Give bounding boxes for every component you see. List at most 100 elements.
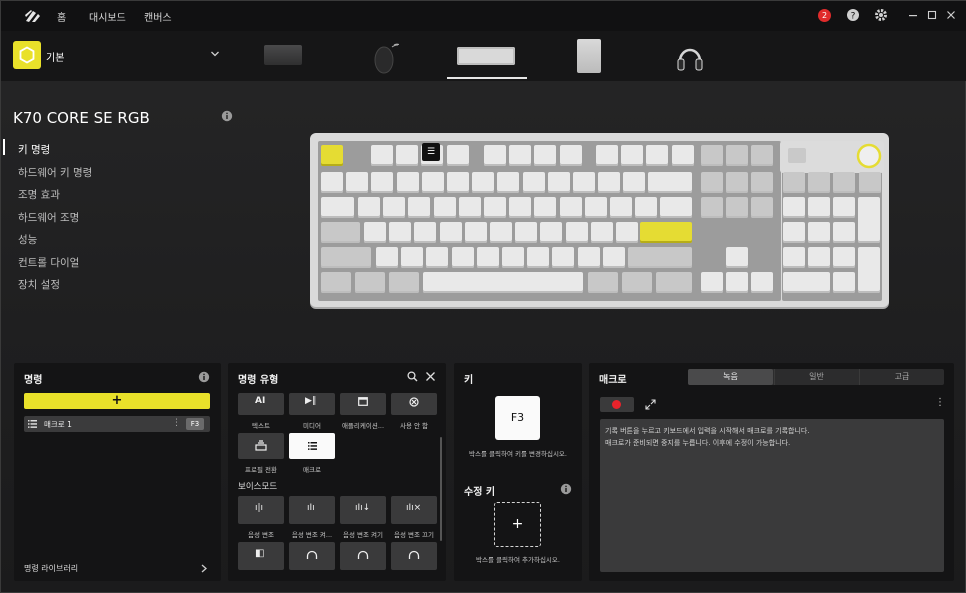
scrollbar[interactable] [440, 437, 442, 541]
maximize-icon[interactable] [925, 8, 939, 22]
voice-tile-5[interactable]: ◧ [238, 542, 284, 570]
disable-command-tile[interactable] [391, 393, 437, 415]
chevron-right-icon[interactable] [200, 564, 208, 573]
keyboard-key[interactable] [426, 247, 449, 268]
keyboard-key[interactable] [446, 145, 469, 166]
keyboard-key[interactable] [783, 197, 805, 218]
keyboard-key[interactable] [858, 197, 880, 243]
keyboard-key[interactable] [573, 172, 595, 193]
keyboard-key[interactable] [598, 172, 621, 193]
keyboard-key[interactable] [808, 197, 831, 218]
keyboard-key[interactable] [610, 197, 632, 218]
keyboard-key[interactable] [371, 145, 393, 166]
keyboard-key[interactable] [472, 172, 495, 193]
keyboard-key[interactable] [726, 197, 749, 218]
notification-badge[interactable]: 2 [818, 9, 831, 22]
info-icon[interactable] [221, 110, 233, 122]
add-command-button[interactable]: + [24, 393, 210, 409]
text-command-tile[interactable]: AI [238, 393, 284, 415]
keyboard-key[interactable] [783, 172, 805, 193]
menu-control-dial[interactable]: 컨트롤 다이얼 [18, 255, 79, 270]
keyboard-key[interactable] [751, 272, 774, 293]
keyboard-key[interactable] [701, 197, 723, 218]
menu-hardware-key-command[interactable]: 하드웨어 키 명령 [18, 165, 92, 180]
nav-canvas[interactable]: 캔버스 [144, 9, 172, 24]
keyboard-key[interactable] [858, 172, 881, 193]
keyboard-key[interactable] [656, 272, 692, 293]
keyboard-key[interactable] [490, 222, 512, 243]
keyboard-key[interactable] [321, 222, 360, 243]
tab-advanced[interactable]: 고급 [859, 369, 944, 385]
keyboard-key[interactable] [408, 197, 431, 218]
keyboard-key[interactable] [628, 247, 692, 268]
keyboard-key[interactable] [621, 145, 644, 166]
keyboard-key[interactable] [355, 272, 385, 293]
keyboard-key[interactable] [476, 247, 499, 268]
control-dial[interactable] [854, 141, 884, 171]
keyboard-key[interactable] [622, 272, 652, 293]
keyboard-key[interactable] [421, 172, 444, 193]
info-icon[interactable] [560, 483, 572, 495]
keyboard-key[interactable] [584, 197, 607, 218]
keyboard-key[interactable] [464, 222, 487, 243]
voice-change-tile[interactable]: ı|ı [238, 496, 284, 524]
keyboard-key[interactable] [515, 222, 538, 243]
keyboard-key[interactable] [833, 272, 855, 293]
keyboard-key[interactable] [484, 145, 506, 166]
keyboard-key[interactable] [371, 172, 394, 193]
keyboard-key[interactable] [484, 197, 506, 218]
close-icon[interactable] [425, 371, 436, 382]
keyboard-key[interactable] [552, 247, 575, 268]
menu-hardware-lighting[interactable]: 하드웨어 조명 [18, 210, 79, 225]
keyboard-key[interactable] [321, 145, 343, 166]
tab-general[interactable]: 일반 [774, 369, 858, 385]
keyboard-key[interactable] [383, 197, 406, 218]
menu-performance[interactable]: 성능 [18, 232, 37, 247]
search-icon[interactable] [407, 371, 418, 382]
keyboard-key[interactable] [635, 197, 658, 218]
profile-icon[interactable] [13, 41, 41, 69]
keyboard-key[interactable] [701, 172, 723, 193]
expand-icon[interactable] [645, 399, 656, 410]
keyboard-key[interactable] [559, 197, 582, 218]
keyboard-key[interactable] [376, 247, 398, 268]
keyboard-key[interactable] [401, 247, 424, 268]
keyboard-key[interactable] [648, 172, 692, 193]
keyboard-key[interactable] [701, 145, 723, 166]
kebab-menu-icon[interactable]: ⋮ [172, 418, 181, 428]
keyboard-key[interactable] [321, 197, 354, 218]
keyboard-key[interactable] [447, 172, 469, 193]
record-button[interactable] [600, 397, 634, 412]
keyboard-key[interactable] [547, 172, 570, 193]
keyboard-key[interactable] [321, 272, 351, 293]
keyboard-key[interactable] [751, 145, 774, 166]
profile-switch-command-tile[interactable] [238, 433, 284, 459]
keyboard-key[interactable] [660, 197, 692, 218]
info-icon[interactable] [198, 371, 210, 383]
keyboard-key[interactable] [527, 247, 550, 268]
help-icon[interactable]: ? [846, 8, 860, 22]
keyboard-key[interactable] [783, 247, 805, 268]
keyboard-key[interactable] [726, 145, 749, 166]
keyboard-key[interactable] [833, 172, 856, 193]
profile-button[interactable] [788, 148, 806, 163]
keyboard-key[interactable] [701, 272, 723, 293]
voice-change-on-tile[interactable]: ıIı↓ [340, 496, 386, 524]
keyboard-key[interactable] [346, 172, 369, 193]
headset-device-icon[interactable] [676, 39, 704, 77]
keyboard-key[interactable] [751, 172, 774, 193]
keyboard-key[interactable] [833, 222, 856, 243]
kebab-menu-icon[interactable]: ⋮ [935, 397, 945, 408]
command-library-link[interactable]: 명령 라이브러리 [24, 563, 78, 574]
macro-command-tile[interactable] [289, 433, 335, 459]
keyboard-key[interactable] [858, 247, 880, 293]
gear-icon[interactable] [874, 8, 888, 22]
keyboard-key[interactable] [389, 272, 419, 293]
close-icon[interactable] [944, 8, 958, 22]
keyboard-key[interactable] [433, 197, 456, 218]
keyboard-key[interactable] [396, 145, 419, 166]
keyboard-key[interactable] [783, 272, 830, 293]
voice-change-off-tile[interactable]: ıIı× [391, 496, 437, 524]
keyboard-key[interactable] [783, 222, 805, 243]
profile-name[interactable]: 기본 [46, 49, 64, 64]
